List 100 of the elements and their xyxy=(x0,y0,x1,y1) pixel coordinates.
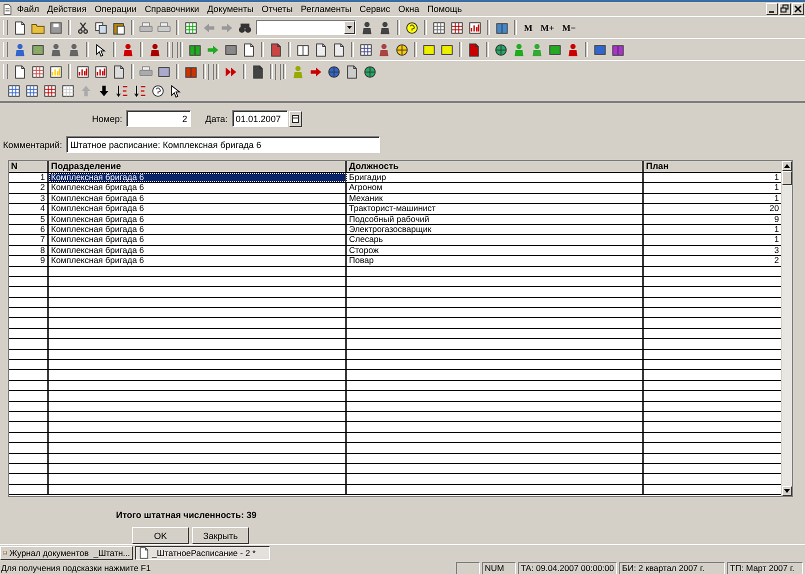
arrow-up-icon xyxy=(784,164,790,168)
chart-icon[interactable] xyxy=(94,64,108,78)
table-icon[interactable] xyxy=(43,84,57,98)
dialog-button[interactable]: OK xyxy=(132,527,189,544)
chart-icon[interactable] xyxy=(76,64,90,78)
window-tab[interactable]: Журнал документов _Штатн... xyxy=(0,546,133,560)
square-icon[interactable] xyxy=(440,42,454,56)
person-icon[interactable] xyxy=(13,42,27,56)
book-icon[interactable] xyxy=(611,42,625,56)
person-icon[interactable] xyxy=(378,20,392,34)
column-header[interactable]: Должность xyxy=(347,161,644,172)
person-icon[interactable] xyxy=(49,42,63,56)
globe-icon[interactable] xyxy=(327,64,341,78)
table-icon[interactable] xyxy=(61,84,75,98)
square-icon[interactable] xyxy=(157,64,171,78)
document-icon[interactable] xyxy=(269,42,283,56)
table-icon[interactable] xyxy=(31,64,45,78)
status-panel: ТА: 09.04.2007 00:00:00 xyxy=(518,562,617,574)
document-icon[interactable] xyxy=(242,42,256,56)
sort-icon[interactable] xyxy=(133,84,147,98)
square-icon[interactable] xyxy=(548,42,562,56)
square-icon[interactable] xyxy=(593,42,607,56)
scroll-down-button[interactable] xyxy=(782,486,792,496)
date-field[interactable]: 01.01.2007 xyxy=(232,110,288,127)
menu-item[interactable]: Действия xyxy=(43,4,91,14)
document-icon[interactable] xyxy=(314,42,328,56)
globe-icon[interactable] xyxy=(363,64,377,78)
person-icon[interactable] xyxy=(377,42,391,56)
table-icon[interactable] xyxy=(184,20,198,34)
document-icon[interactable] xyxy=(112,64,126,78)
clipboard-icon[interactable] xyxy=(112,20,126,34)
binoculars-icon[interactable] xyxy=(238,20,252,34)
menu-item[interactable]: Отчеты xyxy=(258,4,297,14)
person-icon[interactable] xyxy=(566,42,580,56)
menu-item[interactable]: Файл xyxy=(13,4,44,14)
number-field[interactable]: 2 xyxy=(126,110,192,127)
chart-icon[interactable] xyxy=(49,64,63,78)
column-header[interactable]: План xyxy=(644,161,781,172)
scroll-up-button[interactable] xyxy=(782,161,792,171)
globe-icon[interactable] xyxy=(494,42,508,56)
document-icon[interactable] xyxy=(13,64,27,78)
document-icon[interactable] xyxy=(345,64,359,78)
book-icon[interactable] xyxy=(296,42,310,56)
help-icon[interactable] xyxy=(151,84,165,98)
table-icon[interactable] xyxy=(7,84,21,98)
caret-icon[interactable] xyxy=(344,21,355,34)
column-header[interactable]: N xyxy=(9,161,49,172)
table-cell-text: 1 xyxy=(773,224,780,234)
document-icon[interactable] xyxy=(2,4,13,14)
memory-button[interactable]: M+ xyxy=(538,22,556,32)
restore-icon[interactable] xyxy=(779,3,791,15)
scroll-thumb[interactable] xyxy=(782,171,792,185)
table-icon[interactable] xyxy=(450,20,464,34)
table-cell: 5 xyxy=(9,214,49,224)
minimize-icon[interactable] xyxy=(766,3,778,15)
document-icon[interactable] xyxy=(467,42,481,56)
table-cell: Электрогазосварщик xyxy=(347,224,644,234)
document-icon[interactable] xyxy=(251,64,265,78)
square-icon[interactable] xyxy=(31,42,45,56)
chart-icon[interactable] xyxy=(468,20,482,34)
comment-field[interactable]: Штатное расписание: Комплексная бригада 6 xyxy=(66,136,380,153)
square-icon[interactable] xyxy=(422,42,436,56)
cursor-icon[interactable] xyxy=(169,84,183,98)
scissors-icon[interactable] xyxy=(76,20,90,34)
book-icon[interactable] xyxy=(495,20,509,34)
book-icon[interactable] xyxy=(184,64,198,78)
document-icon[interactable] xyxy=(13,20,27,34)
globe-icon[interactable] xyxy=(395,42,409,56)
person-icon[interactable] xyxy=(121,42,135,56)
arrow-down-icon[interactable] xyxy=(97,84,111,98)
calendar-button[interactable] xyxy=(288,110,302,126)
cursor-icon[interactable] xyxy=(94,42,108,56)
person-icon[interactable] xyxy=(67,42,81,56)
copy-icon[interactable] xyxy=(94,20,108,34)
close-icon[interactable] xyxy=(792,3,804,15)
table-icon[interactable] xyxy=(359,42,373,56)
person-icon[interactable] xyxy=(148,42,162,56)
help-icon[interactable] xyxy=(405,20,419,34)
document-icon[interactable] xyxy=(332,42,346,56)
printer-icon[interactable] xyxy=(157,20,171,34)
memory-button[interactable]: M xyxy=(522,22,534,32)
menu-item[interactable]: Справочники xyxy=(140,4,204,14)
sort-icon[interactable] xyxy=(115,84,129,98)
printer-icon[interactable] xyxy=(139,20,153,34)
person-icon[interactable] xyxy=(360,20,374,34)
dialog-button[interactable]: Закрыть xyxy=(192,527,249,544)
memory-button[interactable]: M− xyxy=(560,22,578,32)
menu-item[interactable]: Помощь xyxy=(423,4,466,14)
square-icon[interactable] xyxy=(224,42,238,56)
book-icon[interactable] xyxy=(188,42,202,56)
combo-field[interactable] xyxy=(256,20,356,35)
table-icon[interactable] xyxy=(25,84,39,98)
table-icon[interactable] xyxy=(432,20,446,34)
menu-item[interactable]: Сервис xyxy=(355,4,394,14)
document-icon[interactable] xyxy=(138,547,150,559)
window-tab[interactable]: _ШтатноеРасписание - 2 * xyxy=(135,546,270,560)
menu-item[interactable]: Регламенты xyxy=(296,4,356,14)
menu-item[interactable]: Операции xyxy=(90,4,141,14)
menu-item[interactable]: Документы xyxy=(203,4,258,14)
menu-item[interactable]: Окна xyxy=(394,4,424,14)
